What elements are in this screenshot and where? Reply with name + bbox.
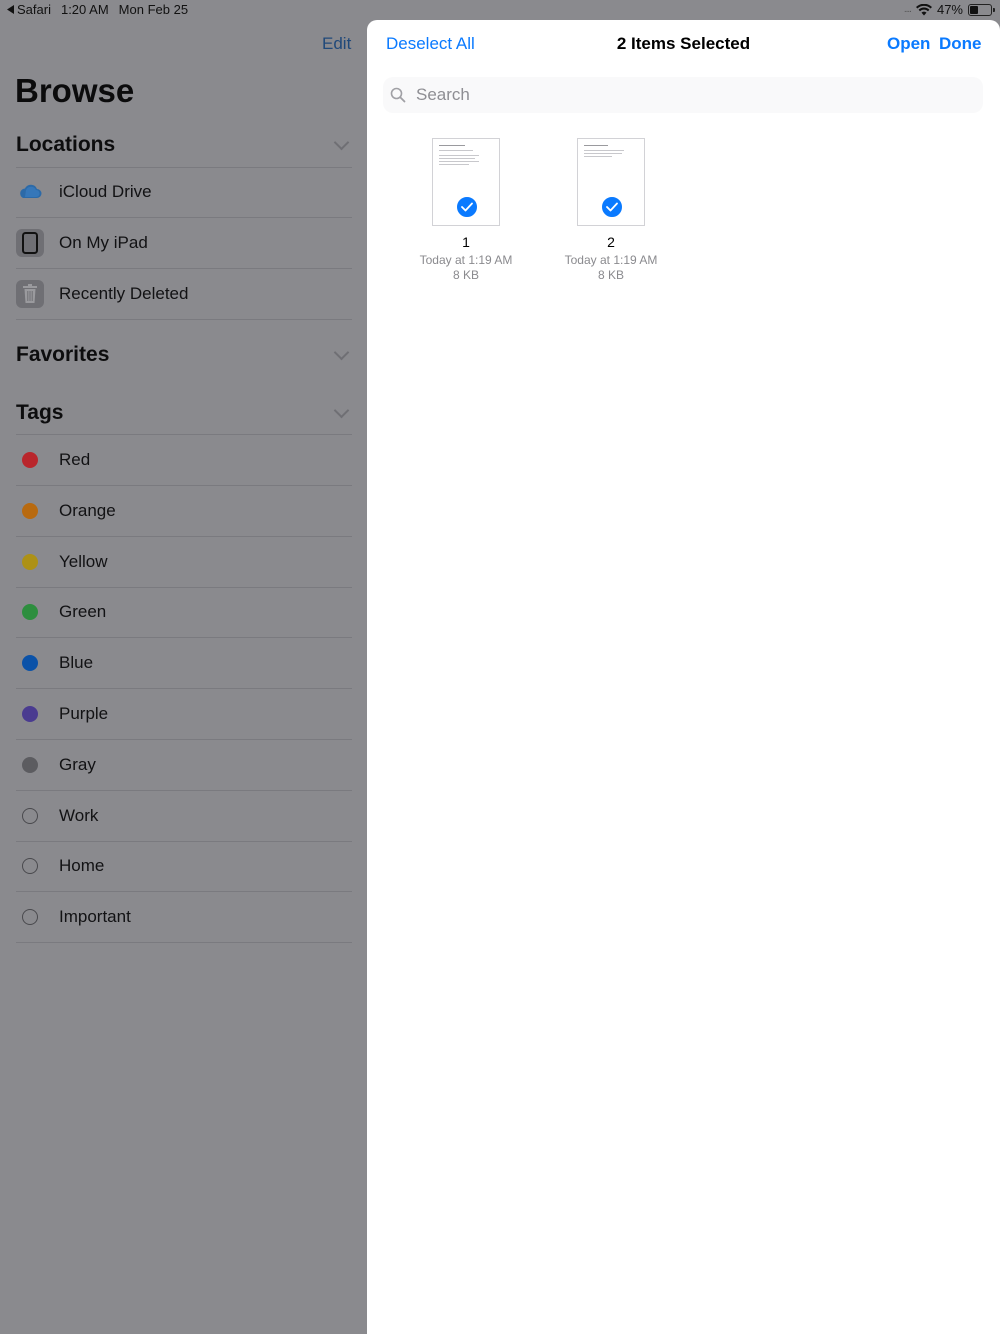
sidebar-item-on-my-ipad[interactable]: On My iPad [16,218,352,268]
battery-icon [968,3,995,16]
tag-color-dot-icon [22,757,38,773]
pdf-thumbnail [577,138,645,226]
sidebar-item-tag-home[interactable]: Home [16,841,352,891]
sidebar-item-label: Work [59,806,99,825]
sidebar-item-label: Purple [59,704,109,723]
tag-color-dot-icon [22,452,38,468]
sidebar-item-label: Green [59,602,107,621]
favorites-header[interactable]: Favorites [16,340,353,370]
ipad-icon [16,229,44,257]
status-bar: Safari 1:20 AM Mon Feb 25 .... 47% [0,0,1000,20]
sidebar-item-tag-red[interactable]: Red [16,435,352,485]
back-app-label: Safari [17,2,51,17]
chevron-down-icon [333,134,350,150]
checkmark-icon [456,196,478,218]
battery-fill [970,5,978,14]
status-date: Mon Feb 25 [118,2,189,17]
back-to-safari[interactable]: Safari [7,2,51,17]
status-right: .... 47% [903,2,995,17]
sidebar-item-tag-green[interactable]: Green [16,587,352,637]
sidebar-item-label: Yellow [59,552,108,571]
file-size: 8 KB [597,268,624,282]
tag-color-dot-icon [22,604,38,620]
file-date: Today at 1:19 AM [564,253,658,267]
sidebar-item-recently-deleted[interactable]: Recently Deleted [16,269,352,319]
sidebar-item-label: Recently Deleted [59,284,189,303]
tags-header[interactable]: Tags [16,398,353,428]
sidebar-item-label: iCloud Drive [59,182,152,201]
divider [16,942,352,943]
sidebar-item-label: Red [59,450,91,469]
favorites-header-label: Favorites [16,343,110,366]
sidebar-item-label: On My iPad [59,233,148,252]
pdf-thumbnail [432,138,500,226]
sidebar-item-label: Blue [59,653,94,672]
browse-title: Browse [15,72,135,109]
tag-color-dot-icon [22,706,38,722]
sidebar-item-label: Orange [59,501,116,520]
sidebar-item-tag-orange[interactable]: Orange [16,486,352,536]
icloud-icon [20,184,42,198]
signal-dots-icon: .... [903,4,912,15]
edit-button[interactable]: Edit [322,34,351,54]
deselect-all-button[interactable]: Deselect All [386,34,475,54]
search-input[interactable] [414,84,958,106]
sidebar-item-label: Gray [59,755,96,774]
file-item[interactable]: 1 Today at 1:19 AM 8 KB [406,138,526,283]
file-browser-panel: 2 Items Selected Deselect All Open Done … [367,20,1000,1334]
tag-color-dot-icon [22,503,38,519]
sidebar-item-icloud-drive[interactable]: iCloud Drive [16,167,352,217]
tag-empty-circle-icon [22,808,38,824]
sidebar-item-tag-gray[interactable]: Gray [16,740,352,790]
chevron-down-icon [333,402,350,418]
search-bar[interactable] [383,77,983,113]
tags-header-label: Tags [16,401,64,424]
locations-header-label: Locations [16,133,116,156]
sidebar: Edit Browse Locations iCloud Drive On My… [0,0,367,1334]
tag-empty-circle-icon [22,909,38,925]
file-item[interactable]: 2 Today at 1:19 AM 8 KB [551,138,671,283]
file-date: Today at 1:19 AM [419,253,513,267]
tag-color-dot-icon [22,655,38,671]
sidebar-item-label: Important [59,907,131,926]
file-size: 8 KB [452,268,479,282]
wifi-icon [915,3,932,15]
chevron-down-icon [333,344,350,360]
back-triangle-icon [7,5,14,14]
status-time: 1:20 AM [60,2,109,17]
checkmark-icon [601,196,623,218]
battery-percent: 47% [936,2,963,17]
search-icon [390,87,406,103]
sidebar-item-tag-purple[interactable]: Purple [16,689,352,739]
trash-icon [16,280,44,308]
tag-color-dot-icon [22,554,38,570]
sidebar-item-tag-blue[interactable]: Blue [16,638,352,688]
status-left: Safari 1:20 AM Mon Feb 25 [7,2,188,17]
done-button[interactable]: Done [939,34,982,54]
tag-empty-circle-icon [22,858,38,874]
sidebar-item-tag-yellow[interactable]: Yellow [16,537,352,587]
sidebar-item-label: Home [59,856,105,875]
open-button[interactable]: Open [887,34,930,54]
sidebar-item-tag-work[interactable]: Work [16,791,352,841]
divider [16,319,352,320]
sidebar-item-tag-important[interactable]: Important [16,892,352,942]
file-name: 2 [607,234,615,250]
file-name: 1 [462,234,470,250]
locations-header[interactable]: Locations [16,130,353,160]
